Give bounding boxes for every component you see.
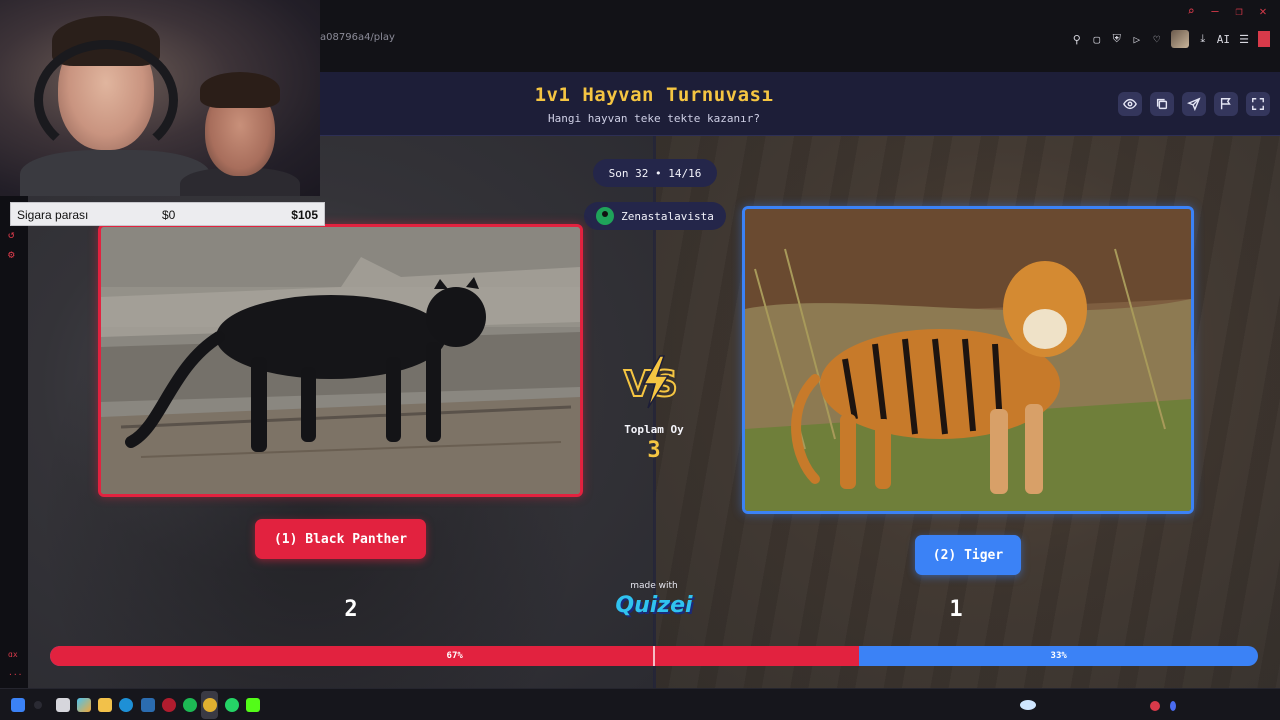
screenshot-icon[interactable]: ▢ <box>1091 33 1103 46</box>
file-explorer-icon[interactable] <box>98 698 112 712</box>
ai-button[interactable]: AI <box>1217 33 1230 46</box>
chat-icon[interactable]: ↺ <box>8 228 20 241</box>
webcam-overlay <box>0 0 320 196</box>
profile-avatar[interactable] <box>1170 30 1189 48</box>
made-with-label: made with <box>630 581 678 591</box>
eye-icon <box>1123 98 1137 110</box>
brand-logo[interactable]: Quizei <box>594 593 714 618</box>
pin-icon[interactable]: ⚲ <box>1071 33 1083 46</box>
username: Zenastalavista <box>621 209 714 223</box>
tiger-illustration <box>745 209 1191 511</box>
minimize-icon[interactable]: – <box>1208 4 1222 18</box>
play-icon[interactable]: ▷ <box>1131 33 1143 46</box>
copy-icon <box>1156 98 1168 110</box>
copilot-icon[interactable] <box>77 698 91 712</box>
start-icon[interactable] <box>11 698 25 712</box>
vote-black-panther-button[interactable]: (1) Black Panther <box>255 519 426 559</box>
store-icon[interactable] <box>141 698 155 712</box>
spotify-icon[interactable] <box>183 698 197 712</box>
chrome-icon[interactable] <box>203 698 217 712</box>
close-icon[interactable]: ✕ <box>1256 4 1270 18</box>
tray-app-icon[interactable] <box>1150 701 1160 711</box>
fullscreen-icon <box>1252 98 1264 110</box>
window-controls: ⌕ – ❐ ✕ <box>1184 4 1270 18</box>
vote-progress-bar: 67% 33% <box>50 646 1258 666</box>
copy-button[interactable] <box>1150 92 1174 116</box>
shield-icon[interactable]: ⛨ <box>1111 32 1123 46</box>
microphone-icon[interactable] <box>1170 701 1176 711</box>
settings-icon[interactable]: ⚙ <box>8 248 20 261</box>
download-icon[interactable]: ⤓ <box>1197 32 1209 46</box>
vs-badge: VS <box>622 354 688 410</box>
right-vote-share: 33% <box>1050 651 1067 661</box>
os-taskbar <box>0 688 1280 720</box>
address-bar-url[interactable]: a08796a4/play <box>320 32 395 43</box>
goal-current: $0 <box>162 208 176 222</box>
search-icon[interactable] <box>34 701 42 709</box>
menu-icon[interactable]: ☰ <box>1238 33 1250 46</box>
person-2-hair <box>200 72 280 108</box>
lightning-vs-icon: VS <box>623 355 679 409</box>
share-button[interactable] <box>1182 92 1206 116</box>
right-vote-count: 1 <box>949 597 963 622</box>
left-vote-share: 67% <box>50 646 860 666</box>
vote-bar-midpoint <box>653 646 655 666</box>
status-icon: ɑx <box>8 650 18 659</box>
whatsapp-icon[interactable] <box>225 698 239 712</box>
watch-button[interactable] <box>1118 92 1142 116</box>
black-panther-image[interactable] <box>98 224 583 497</box>
heart-icon[interactable]: ♡ <box>1151 33 1163 46</box>
user-badge[interactable]: Zenastalavista <box>584 202 726 230</box>
task-view-icon[interactable] <box>56 698 70 712</box>
opera-icon[interactable] <box>162 698 176 712</box>
toolbar-divider <box>1258 31 1270 47</box>
browser-extensions: ⚲ ▢ ⛨ ▷ ♡ ⤓ AI ☰ <box>1071 30 1270 48</box>
goal-label: Sigara parası <box>17 208 89 222</box>
total-votes-label: Toplam Oy <box>624 423 684 436</box>
edge-icon[interactable] <box>119 698 133 712</box>
donation-goal-bar: Sigara parası $0 $105 <box>10 202 325 226</box>
headphone-icon <box>34 40 178 160</box>
fullscreen-button[interactable] <box>1246 92 1270 116</box>
report-button[interactable] <box>1214 92 1238 116</box>
restore-icon[interactable]: ❐ <box>1232 4 1246 18</box>
kick-icon[interactable] <box>246 698 260 712</box>
avatar <box>596 207 615 225</box>
search-icon[interactable]: ⌕ <box>1184 4 1198 18</box>
total-votes-value: 3 <box>647 438 661 463</box>
weather-icon[interactable] <box>1020 700 1036 710</box>
flag-icon <box>1220 98 1231 110</box>
left-vote-count: 2 <box>344 597 358 622</box>
tiger-image[interactable] <box>742 206 1194 514</box>
goal-target: $105 <box>291 208 318 222</box>
header-actions <box>1118 92 1270 116</box>
vote-tiger-button[interactable]: (2) Tiger <box>915 535 1021 575</box>
panther-illustration <box>101 227 580 494</box>
round-indicator: Son 32 • 14/16 <box>593 159 717 187</box>
send-icon <box>1187 97 1201 111</box>
more-icon[interactable]: ··· <box>8 670 22 682</box>
